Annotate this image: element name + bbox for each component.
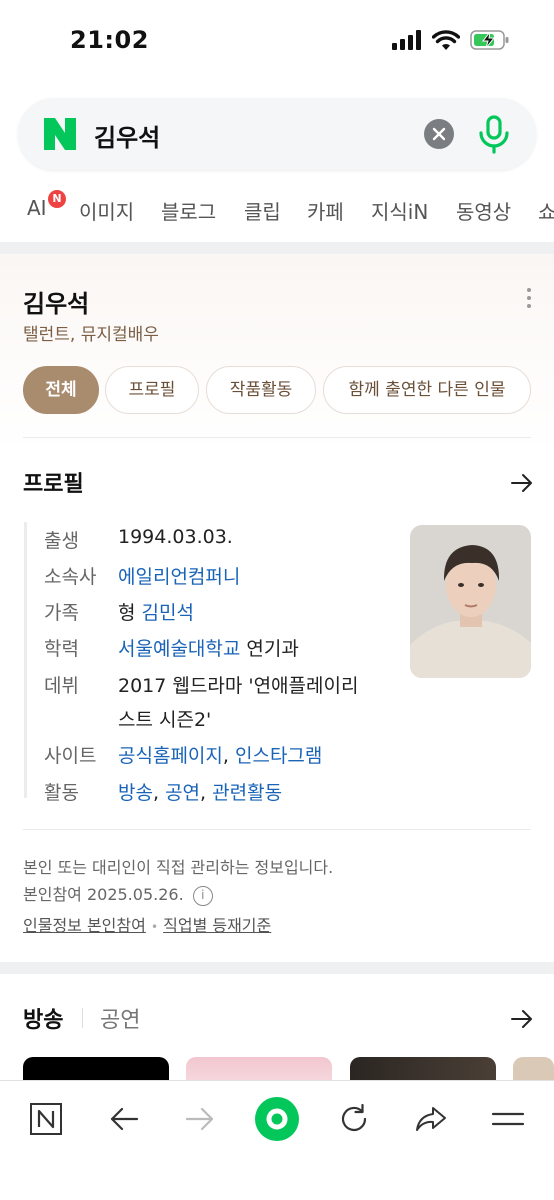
info-left-bar (24, 522, 27, 798)
section-divider (0, 242, 554, 254)
ai-new-badge: N (48, 190, 66, 208)
battery-charging-icon (470, 30, 509, 50)
tab-ai[interactable]: AI (27, 196, 47, 220)
debut-value-line1: 2017 웹드라마 '연애플레이리 (118, 675, 359, 697)
menu-icon[interactable] (491, 1102, 525, 1136)
back-arrow-icon[interactable] (107, 1102, 141, 1136)
search-bar[interactable]: 김우석 (18, 98, 536, 170)
status-bar: 21:02 (0, 0, 554, 82)
bullet-separator: • (150, 920, 159, 934)
share-icon[interactable] (414, 1102, 448, 1136)
tab-video[interactable]: 동영상 (456, 196, 511, 225)
family-value: 형 김민석 (118, 598, 194, 625)
cellular-signal-icon (392, 30, 421, 50)
refresh-icon[interactable] (337, 1102, 371, 1136)
search-query[interactable]: 김우석 (94, 118, 160, 153)
forward-arrow-icon[interactable] (183, 1102, 217, 1136)
site-value: 공식홈페이지, 인스타그램 (118, 741, 322, 768)
chip-costars[interactable]: 함께 출연한 다른 인물 (323, 366, 531, 414)
agency-link[interactable]: 에일리언컴퍼니 (118, 562, 240, 589)
tab-cafe[interactable]: 카페 (307, 196, 344, 225)
participation-date-row: 본인참여 2025.05.26. i (23, 881, 213, 906)
footer-links: 인물정보 본인참여 • 직업별 등재기준 (23, 912, 271, 936)
participation-date: 본인참여 2025.05.26. (23, 885, 184, 904)
debut-value-line2: 스트 시즌2' (118, 709, 212, 731)
separator: , (152, 782, 160, 804)
tab-divider (82, 1008, 83, 1028)
chip-works[interactable]: 작품활동 (206, 366, 316, 414)
instagram-link[interactable]: 인스타그램 (235, 745, 322, 767)
managed-info-note: 본인 또는 대리인이 직접 관리하는 정보입니다. (23, 858, 334, 877)
birth-label: 출생 (44, 530, 79, 552)
family-relation: 형 (118, 602, 136, 624)
education-link[interactable]: 서울예술대학교 (118, 638, 240, 660)
chip-all[interactable]: 전체 (23, 366, 99, 414)
tab-broadcast[interactable]: 방송 (23, 1002, 63, 1034)
tab-kin[interactable]: 지식iN (371, 196, 428, 225)
arrow-right-icon[interactable] (510, 1007, 534, 1031)
naver-home-icon[interactable] (29, 1102, 63, 1136)
entity-name: 김우석 (23, 290, 90, 318)
microphone-icon[interactable] (476, 114, 512, 154)
divider (23, 437, 531, 438)
education-major: 연기과 (246, 638, 299, 660)
official-homepage-link[interactable]: 공식홈페이지 (118, 745, 223, 767)
education-label: 학력 (44, 638, 79, 660)
self-participation-link[interactable]: 인물정보 본인참여 (23, 916, 146, 935)
section-divider (0, 962, 554, 974)
education-value: 서울예술대학교 연기과 (118, 634, 299, 661)
entity-subtitle: 탤런트, 뮤지컬배우 (23, 325, 159, 345)
tab-shopping[interactable]: 쇼 (538, 196, 554, 225)
info-icon[interactable]: i (192, 885, 213, 906)
related-activity-link[interactable]: 관련활동 (212, 782, 282, 804)
tab-blog[interactable]: 블로그 (161, 196, 216, 225)
green-dot-home-icon[interactable] (254, 1096, 300, 1142)
wifi-icon (432, 29, 460, 50)
tab-clip[interactable]: 클립 (244, 196, 281, 225)
clear-icon[interactable] (424, 119, 454, 149)
family-label: 가족 (44, 602, 79, 624)
separator: , (222, 745, 229, 767)
broadcast-link[interactable]: 방송 (118, 782, 153, 804)
family-link[interactable]: 김민석 (142, 602, 194, 624)
status-icons (392, 29, 510, 51)
more-options-icon[interactable] (526, 288, 532, 310)
tab-performance[interactable]: 공연 (100, 1002, 140, 1034)
site-label: 사이트 (44, 745, 97, 767)
arrow-right-icon[interactable] (510, 471, 534, 495)
status-time: 21:02 (70, 26, 149, 54)
listing-criteria-link[interactable]: 직업별 등재기준 (163, 916, 271, 935)
debut-label: 데뷔 (44, 675, 79, 697)
agency-label: 소속사 (44, 566, 97, 588)
birth-value: 1994.03.03. (118, 526, 233, 548)
separator: , (200, 782, 207, 804)
chip-profile[interactable]: 프로필 (105, 366, 199, 414)
performance-link[interactable]: 공연 (165, 782, 200, 804)
profile-photo[interactable] (410, 525, 531, 678)
activity-label: 활동 (44, 782, 79, 804)
naver-logo-icon[interactable] (44, 118, 76, 150)
tab-images[interactable]: 이미지 (79, 196, 134, 225)
bottom-toolbar (0, 1080, 554, 1200)
search-tabs: AI N 이미지 블로그 클립 카페 지식iN 동영상 쇼 (0, 186, 554, 236)
divider (23, 829, 531, 830)
activity-value: 방송, 공연, 관련활동 (118, 778, 282, 805)
profile-section-title: 프로필 (23, 472, 84, 497)
tab-label: AI (27, 196, 47, 220)
